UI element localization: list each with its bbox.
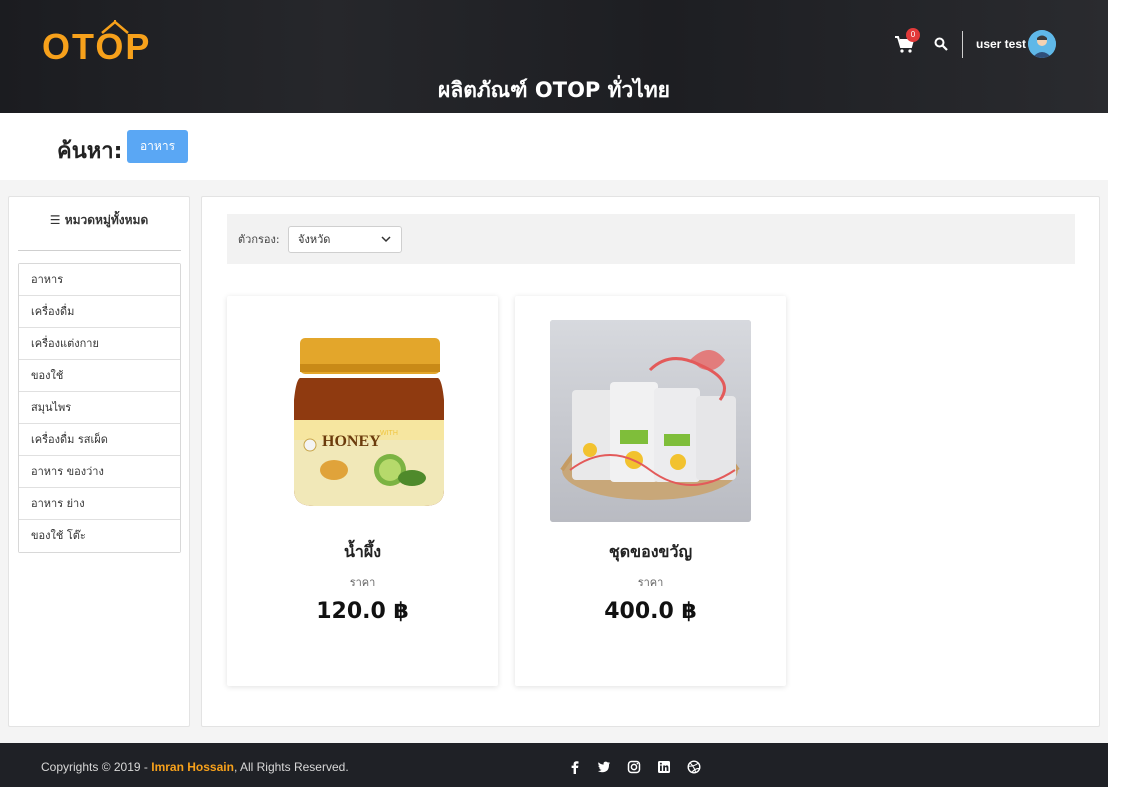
sidebar-item-herbs[interactable]: สมุนไพร	[19, 392, 180, 424]
copyright-prefix: Copyrights © 2019 -	[41, 760, 152, 774]
copyright-text: Copyrights © 2019 - Imran Hossain, All R…	[41, 760, 349, 774]
otop-logo[interactable]: OTOP	[42, 20, 162, 70]
search-icon[interactable]	[934, 37, 948, 51]
top-header: OTOP ผลิตภัณฑ์ OTOP ทั่วไทย 0 user test	[0, 0, 1108, 113]
filter-label: ตัวกรอง:	[238, 233, 280, 246]
province-select-value: จังหวัด	[298, 233, 331, 246]
copyright-suffix: , All Rights Reserved.	[233, 760, 349, 774]
product-card[interactable]: ชุดของขวัญ ราคา 400.0 ฿	[515, 296, 786, 686]
product-panel: ตัวกรอง: จังหวัด HONEY WITH น้ำผึ้ง ราคา…	[201, 196, 1100, 727]
sidebar-item-utensils[interactable]: ของใช้	[19, 360, 180, 392]
product-price: 120.0 ฿	[316, 599, 409, 624]
sidebar-item-clothing[interactable]: เครื่องแต่งกาย	[19, 328, 180, 360]
author-link[interactable]: Imran Hossain	[151, 760, 234, 774]
sidebar-item-grilled-food[interactable]: อาหาร ย่าง	[19, 488, 180, 520]
site-title: ผลิตภัณฑ์ OTOP ทั่วไทย	[438, 78, 670, 102]
cart-count-badge: 0	[906, 28, 920, 42]
sidebar-item-table-utensils[interactable]: ของใช้ โต๊ะ	[19, 520, 180, 552]
price-label: ราคา	[349, 576, 376, 589]
category-divider	[18, 250, 181, 251]
search-label: ค้นหา:	[57, 139, 123, 164]
product-card[interactable]: HONEY WITH น้ำผึ้ง ราคา 120.0 ฿	[227, 296, 498, 686]
filter-bar: ตัวกรอง: จังหวัด	[227, 214, 1075, 264]
dribbble-icon[interactable]	[687, 760, 701, 774]
category-list: อาหาร เครื่องดื่ม เครื่องแต่งกาย ของใช้ …	[18, 263, 181, 553]
product-price: 400.0 ฿	[604, 599, 697, 624]
price-label: ราคา	[637, 576, 664, 589]
instagram-icon[interactable]	[627, 760, 641, 774]
category-sidebar: ☰ หมวดหมู่ทั้งหมด อาหาร เครื่องดื่ม เครื…	[8, 196, 190, 727]
facebook-icon[interactable]	[568, 760, 582, 774]
honey-jar-image[interactable]: HONEY WITH	[262, 320, 463, 522]
category-header: ☰ หมวดหมู่ทั้งหมด	[9, 211, 189, 230]
footer: Copyrights © 2019 - Imran Hossain, All R…	[0, 743, 1108, 787]
avatar[interactable]	[1028, 30, 1056, 58]
header-divider	[962, 31, 963, 58]
sidebar-item-spicy-drinks[interactable]: เครื่องดื่ม รสเผ็ด	[19, 424, 180, 456]
list-icon: ☰	[49, 213, 65, 227]
svg-text:WITH: WITH	[380, 430, 398, 437]
user-name[interactable]: user test	[976, 37, 1026, 51]
svg-text:HONEY: HONEY	[322, 433, 381, 450]
linkedin-icon[interactable]	[657, 760, 671, 774]
product-name[interactable]: ชุดของขวัญ	[515, 540, 786, 565]
product-name[interactable]: น้ำผึ้ง	[227, 540, 498, 565]
province-select[interactable]: จังหวัด	[288, 226, 402, 253]
chevron-down-icon	[381, 236, 391, 243]
sidebar-item-snacks[interactable]: อาหาร ของว่าง	[19, 456, 180, 488]
sidebar-item-food[interactable]: อาหาร	[19, 264, 180, 296]
sidebar-item-drinks[interactable]: เครื่องดื่ม	[19, 296, 180, 328]
user-avatar-icon	[1028, 30, 1056, 58]
twitter-icon[interactable]	[597, 760, 611, 774]
category-header-label: หมวดหมู่ทั้งหมด	[64, 213, 149, 227]
logo-text: OTOP	[42, 26, 152, 67]
search-tag[interactable]: อาหาร	[127, 130, 188, 163]
gift-basket-image[interactable]	[550, 320, 751, 522]
